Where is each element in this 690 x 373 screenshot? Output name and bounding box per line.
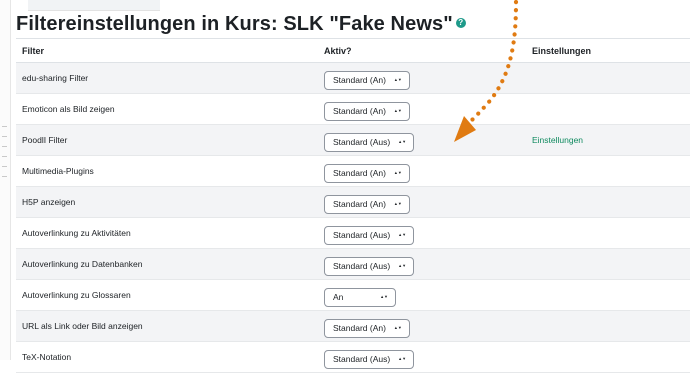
filter-active-select[interactable]: An ▲▼ (324, 287, 396, 307)
table-row: Autoverlinkung zu Aktivitäten Standard (A… (16, 217, 690, 249)
filter-name: Emoticon als Bild zeigen (16, 93, 318, 125)
table-row: Autoverlinkung zu Glossaren An ▲▼ (16, 279, 690, 311)
filter-active-cell: Standard (An) ▲▼ (318, 93, 526, 125)
filter-settings-cell (526, 155, 690, 187)
filter-active-select[interactable]: Standard (Aus) ▲▼ (324, 225, 415, 245)
table-header-row: Filter Aktiv? Einstellungen (16, 38, 690, 63)
filter-active-select[interactable]: Standard (An) ▲▼ (324, 163, 410, 183)
chevron-updown-icon: ▲▼ (380, 294, 388, 299)
edge-mark (2, 126, 7, 127)
select-value: Standard (An) (333, 199, 386, 209)
chevron-updown-icon: ▲▼ (393, 77, 402, 82)
filter-settings-cell (526, 279, 690, 311)
filter-name: Multimedia-Plugins (16, 155, 318, 187)
filter-name: Autoverlinkung zu Glossaren (16, 279, 318, 311)
chevron-updown-icon: ▲▼ (398, 139, 407, 144)
table-row: Autoverlinkung zu Datenbanken Standard (A… (16, 248, 690, 280)
table-row: TeX-Notation Standard (Aus) ▲▼ (16, 341, 690, 373)
chevron-updown-icon: ▲▼ (398, 356, 407, 361)
filter-settings-cell (526, 93, 690, 125)
chevron-updown-icon: ▲▼ (398, 232, 407, 237)
chevron-updown-icon: ▲▼ (398, 263, 407, 268)
filter-settings-cell: Einstellungen (526, 124, 690, 156)
filter-settings-cell (526, 217, 690, 249)
left-edge-panel (0, 0, 11, 360)
filter-name: TeX-Notation (16, 341, 318, 373)
filter-active-select[interactable]: Standard (Aus) ▲▼ (324, 132, 415, 152)
table-row: URL als Link oder Bild anzeigen Standard … (16, 310, 690, 342)
chevron-updown-icon: ▲▼ (393, 325, 402, 330)
filter-active-cell: Standard (An) ▲▼ (318, 186, 526, 218)
filter-settings-table: Filter Aktiv? Einstellungen edu-sharing … (16, 38, 690, 373)
table-row: Multimedia-Plugins Standard (An) ▲▼ (16, 155, 690, 187)
filter-name: edu-sharing Filter (16, 62, 318, 94)
edge-mark (2, 156, 7, 157)
table-row: PoodlI Filter Standard (Aus) ▲▼ Einstellung… (16, 124, 690, 156)
select-value: Standard (Aus) (333, 354, 391, 364)
column-header-filter: Filter (16, 38, 318, 63)
filter-active-cell: Standard (Aus) ▲▼ (318, 248, 526, 280)
select-value: Standard (An) (333, 323, 386, 333)
select-value: Standard (An) (333, 168, 386, 178)
filter-active-cell: Standard (An) ▲▼ (318, 155, 526, 187)
select-value: Standard (An) (333, 75, 386, 85)
chevron-updown-icon: ▲▼ (393, 108, 402, 113)
edge-mark (2, 146, 7, 147)
select-value: Standard (Aus) (333, 230, 391, 240)
table-row: H5P anzeigen Standard (An) ▲▼ (16, 186, 690, 218)
filter-settings-cell (526, 310, 690, 342)
filter-active-cell: Standard (Aus) ▲▼ (318, 341, 526, 373)
select-value: Standard (Aus) (333, 261, 391, 271)
table-row: Emoticon als Bild zeigen Standard (An) ▲▼ (16, 93, 690, 125)
filter-active-cell: Standard (Aus) ▲▼ (318, 124, 526, 156)
edge-mark (2, 136, 7, 137)
filter-active-select[interactable]: Standard (An) ▲▼ (324, 194, 410, 214)
column-header-settings: Einstellungen (526, 38, 690, 63)
edge-mark (2, 176, 7, 177)
filter-active-cell: Standard (An) ▲▼ (318, 62, 526, 94)
filter-active-select[interactable]: Standard (An) ▲▼ (324, 318, 410, 338)
select-value: Standard (Aus) (333, 137, 391, 147)
filter-name: H5P anzeigen (16, 186, 318, 218)
chevron-updown-icon: ▲▼ (393, 201, 402, 206)
filter-active-select[interactable]: Standard (An) ▲▼ (324, 70, 410, 90)
filter-settings-cell (526, 248, 690, 280)
question-circle-icon[interactable]: ? (455, 17, 466, 28)
edge-mark (2, 166, 7, 167)
filter-active-select[interactable]: Standard (An) ▲▼ (324, 101, 410, 121)
table-row: edu-sharing Filter Standard (An) ▲▼ (16, 62, 690, 94)
filter-settings-cell (526, 186, 690, 218)
select-value: Standard (An) (333, 106, 386, 116)
top-tab-strip (28, 0, 160, 11)
column-header-active: Aktiv? (318, 38, 526, 63)
chevron-updown-icon: ▲▼ (393, 170, 402, 175)
filter-active-cell: Standard (Aus) ▲▼ (318, 217, 526, 249)
filter-name: URL als Link oder Bild anzeigen (16, 310, 318, 342)
select-value: An (333, 292, 344, 302)
settings-link[interactable]: Einstellungen (532, 135, 583, 145)
filter-settings-cell (526, 341, 690, 373)
filter-name: PoodlI Filter (16, 124, 318, 156)
filter-name: Autoverlinkung zu Aktivitäten (16, 217, 318, 249)
filter-active-cell: An ▲▼ (318, 279, 526, 311)
page-title-text: Filtereinstellungen in Kurs: SLK "Fake N… (16, 13, 453, 35)
page-title: Filtereinstellungen in Kurs: SLK "Fake N… (16, 12, 466, 36)
filter-active-select[interactable]: Standard (Aus) ▲▼ (324, 349, 415, 369)
filter-active-cell: Standard (An) ▲▼ (318, 310, 526, 342)
filter-active-select[interactable]: Standard (Aus) ▲▼ (324, 256, 415, 276)
filter-name: Autoverlinkung zu Datenbanken (16, 248, 318, 280)
filter-settings-cell (526, 62, 690, 94)
